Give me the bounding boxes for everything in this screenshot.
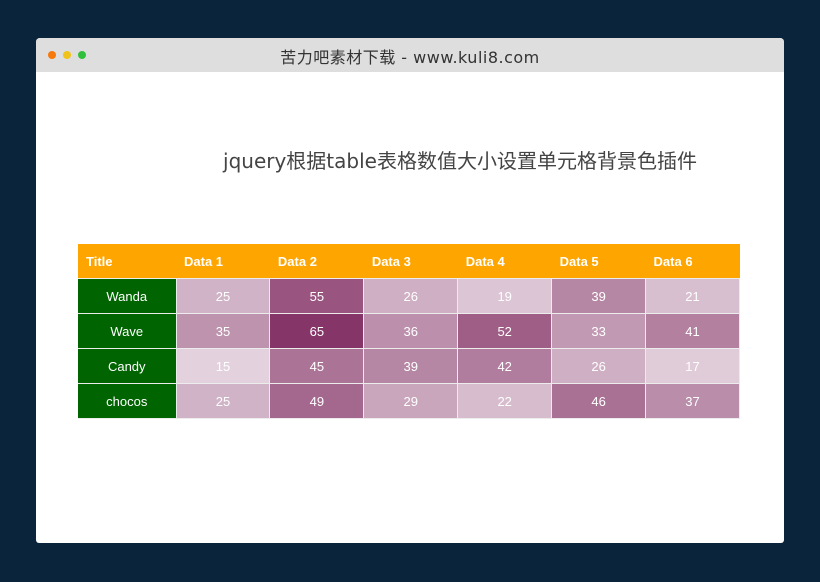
data-cell: 21 bbox=[645, 278, 740, 314]
data-cell: 42 bbox=[457, 348, 553, 384]
data-cell: 37 bbox=[645, 383, 740, 419]
data-cell: 39 bbox=[363, 348, 459, 384]
page-heading: jquery根据table表格数值大小设置单元格背景色插件 bbox=[223, 149, 697, 173]
row-name-cell: Wave bbox=[78, 313, 177, 349]
column-header-data-4[interactable]: Data 4 bbox=[457, 244, 552, 279]
data-cell: 26 bbox=[363, 278, 459, 314]
data-cell: 45 bbox=[269, 348, 365, 384]
table-row: Wave 35 65 36 52 33 41 bbox=[78, 313, 740, 349]
table-row: Wanda 25 55 26 19 39 21 bbox=[78, 278, 740, 314]
table-row: chocos 25 49 29 22 46 37 bbox=[78, 383, 740, 419]
data-cell: 39 bbox=[551, 278, 647, 314]
data-cell: 65 bbox=[269, 313, 365, 349]
column-header-title[interactable]: Title bbox=[78, 244, 176, 279]
data-cell: 25 bbox=[176, 383, 271, 419]
data-cell: 36 bbox=[363, 313, 459, 349]
column-header-data-1[interactable]: Data 1 bbox=[176, 244, 270, 279]
table-row: Candy 15 45 39 42 26 17 bbox=[78, 348, 740, 384]
row-name-cell: Wanda bbox=[78, 278, 177, 314]
column-header-data-6[interactable]: Data 6 bbox=[645, 244, 740, 279]
data-cell: 46 bbox=[551, 383, 647, 419]
data-cell: 55 bbox=[269, 278, 365, 314]
data-cell: 52 bbox=[457, 313, 553, 349]
column-header-data-5[interactable]: Data 5 bbox=[551, 244, 646, 279]
window-title: 苦力吧素材下载 - www.kuli8.com bbox=[280, 48, 540, 67]
column-header-data-2[interactable]: Data 2 bbox=[269, 244, 364, 279]
data-cell: 17 bbox=[645, 348, 740, 384]
heatmap-table: Title Data 1 Data 2 Data 3 Data 4 Data 5… bbox=[78, 244, 740, 419]
row-name-cell: chocos bbox=[78, 383, 177, 419]
data-cell: 35 bbox=[176, 313, 271, 349]
data-cell: 41 bbox=[645, 313, 740, 349]
data-cell: 33 bbox=[551, 313, 647, 349]
browser-window: 苦力吧素材下载 - www.kuli8.com jquery根据table表格数… bbox=[36, 38, 784, 543]
data-cell: 15 bbox=[176, 348, 271, 384]
data-cell: 26 bbox=[551, 348, 647, 384]
window-titlebar: 苦力吧素材下载 - www.kuli8.com bbox=[36, 38, 784, 72]
data-cell: 49 bbox=[269, 383, 365, 419]
data-cell: 22 bbox=[457, 383, 553, 419]
data-cell: 19 bbox=[457, 278, 553, 314]
table-header-row: Title Data 1 Data 2 Data 3 Data 4 Data 5… bbox=[78, 244, 740, 279]
data-cell: 29 bbox=[363, 383, 459, 419]
column-header-data-3[interactable]: Data 3 bbox=[363, 244, 458, 279]
data-cell: 25 bbox=[176, 278, 271, 314]
row-name-cell: Candy bbox=[78, 348, 177, 384]
